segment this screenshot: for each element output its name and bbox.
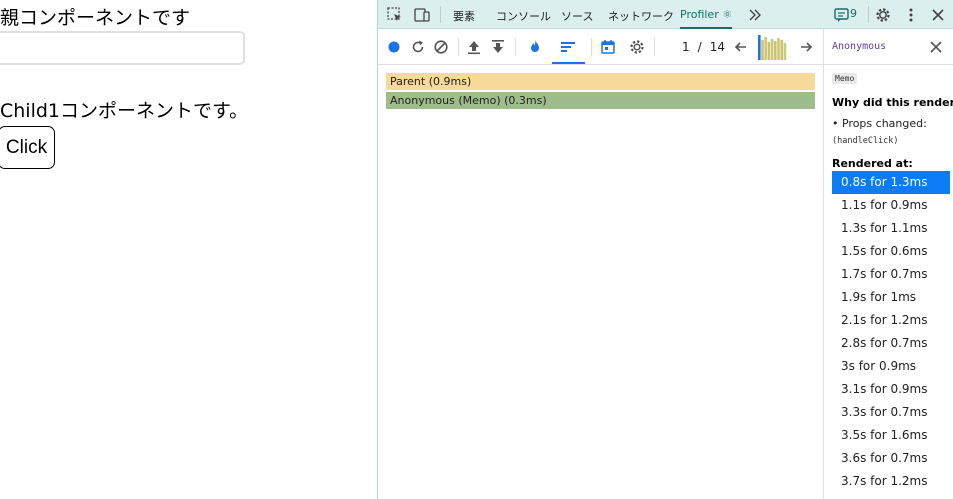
issues-icon[interactable] <box>833 6 851 24</box>
issues-count: 9 <box>850 7 857 20</box>
render-item[interactable]: 3.7s for 1.2ms <box>832 470 950 493</box>
record-icon[interactable] <box>385 38 403 56</box>
kebab-menu-icon[interactable] <box>902 6 920 24</box>
render-list: 0.8s for 1.3ms 1.1s for 0.9ms 1.3s for 1… <box>832 171 950 493</box>
toolbar-separator <box>654 38 655 56</box>
tab-console[interactable]: コンソール <box>496 8 551 24</box>
reload-icon[interactable] <box>409 38 427 56</box>
next-commit-icon[interactable] <box>797 38 815 56</box>
commit-current: 1 <box>682 40 690 54</box>
toolbar-separator <box>458 38 459 56</box>
clear-icon[interactable] <box>432 38 450 56</box>
render-item[interactable]: 0.8s for 1.3ms <box>832 171 950 194</box>
toolbar-separator <box>515 38 516 56</box>
render-item[interactable]: 3.6s for 0.7ms <box>832 447 950 470</box>
sidebar-header: Anonymous <box>824 29 953 65</box>
flamegraph-icon[interactable] <box>526 38 544 56</box>
child-text: Child1コンポーネントです。 <box>0 100 249 122</box>
flamegraph-bar-parent[interactable]: Parent (0.9ms) <box>386 73 815 90</box>
commit-counter: 1 / 14 <box>678 40 729 54</box>
devtools-tabbar: 要素 コンソール ソース ネットワーク Profiler ⚛ 9 <box>378 0 953 29</box>
commit-total: 14 <box>709 40 725 54</box>
tab-separator <box>868 6 869 23</box>
timeline-icon[interactable] <box>599 38 617 56</box>
render-item[interactable]: 1.3s for 1.1ms <box>832 217 950 240</box>
memo-badge: Memo <box>832 73 858 84</box>
tab-elements[interactable]: 要素 <box>453 8 475 24</box>
render-item[interactable]: 1.1s for 0.9ms <box>832 194 950 217</box>
toolbar-separator <box>591 38 592 56</box>
more-tabs-icon[interactable] <box>746 6 764 24</box>
close-icon[interactable] <box>928 39 944 55</box>
why-render-heading: Why did this render? <box>832 96 953 109</box>
render-item[interactable]: 2.8s for 0.7ms <box>832 332 950 355</box>
download-icon[interactable] <box>489 38 507 56</box>
app-page: 親コンポーネントです Child1コンポーネントです。 Click <box>0 0 377 499</box>
flamegraph-area: Parent (0.9ms) Anonymous (Memo) (0.3ms) <box>378 65 823 499</box>
tab-network[interactable]: ネットワーク <box>608 8 674 24</box>
render-item[interactable]: 3s for 0.9ms <box>832 355 950 378</box>
active-view-indicator <box>552 62 585 64</box>
device-toolbar-icon[interactable] <box>413 6 431 24</box>
render-item[interactable]: 3.5s for 1.6ms <box>832 424 950 447</box>
tab-sources[interactable]: ソース <box>561 8 593 24</box>
commit-chart[interactable] <box>758 35 788 60</box>
click-button[interactable]: Click <box>0 126 55 169</box>
tab-separator <box>440 6 441 23</box>
profiler-toolbar: 1 / 14 <box>378 29 823 65</box>
render-item[interactable]: 1.9s for 1ms <box>832 286 950 309</box>
close-icon[interactable] <box>929 6 947 24</box>
commit-separator: / <box>697 40 702 54</box>
selected-component-name: Anonymous <box>832 41 887 52</box>
render-item[interactable]: 2.1s for 1.2ms <box>832 309 950 332</box>
render-item[interactable]: 3.1s for 0.9ms <box>832 378 950 401</box>
component-details-sidebar: Anonymous Memo Why did this render? • Pr… <box>823 29 953 499</box>
devtools-panel: 要素 コンソール ソース ネットワーク Profiler ⚛ 9 1 / 14 … <box>377 0 953 499</box>
render-item[interactable]: 3.3s for 0.7ms <box>832 401 950 424</box>
upload-icon[interactable] <box>465 38 483 56</box>
settings-icon[interactable] <box>628 38 646 56</box>
previous-commit-icon[interactable] <box>732 38 750 56</box>
gear-icon[interactable] <box>874 6 892 24</box>
parent-heading: 親コンポーネントです <box>0 7 191 29</box>
inspect-element-icon[interactable] <box>386 6 404 24</box>
rendered-at-heading: Rendered at: <box>832 157 913 170</box>
props-changed-label: • Props changed: <box>832 117 927 130</box>
render-item[interactable]: 1.5s for 0.6ms <box>832 240 950 263</box>
ranked-icon[interactable] <box>559 38 577 56</box>
render-item[interactable]: 1.7s for 0.7ms <box>832 263 950 286</box>
text-input[interactable] <box>0 31 245 65</box>
flamegraph-bar-memo[interactable]: Anonymous (Memo) (0.3ms) <box>386 92 815 109</box>
tab-profiler[interactable]: Profiler ⚛ <box>680 0 733 29</box>
changed-prop-name: (handleClick) <box>832 136 899 146</box>
